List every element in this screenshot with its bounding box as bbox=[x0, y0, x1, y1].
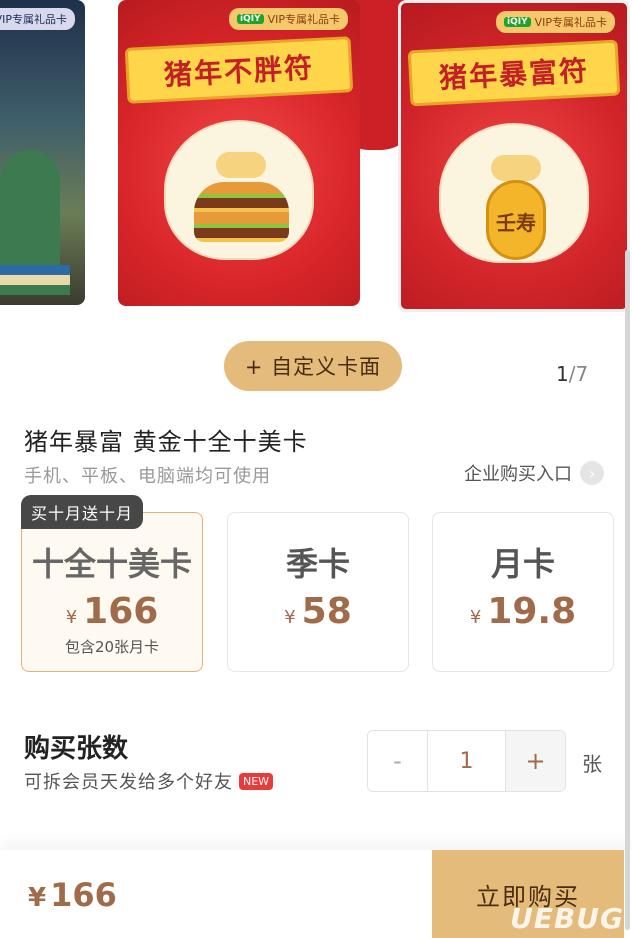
card-face-right-selected[interactable]: iQIY VIP专属礼品卡 猪年暴富符 壬寿 bbox=[398, 0, 630, 312]
plan-option-month[interactable]: 月卡 ¥19.8 bbox=[432, 512, 614, 672]
product-title: 猪年暴富 黄金十全十美卡 bbox=[24, 428, 308, 456]
plan-name: 十全十美卡 bbox=[31, 545, 192, 583]
pig-snout bbox=[491, 155, 541, 181]
card-carousel[interactable]: VIP专属礼品卡 iQIY VIP专属礼品卡 猪年不胖符 iQIY VIP专属礼… bbox=[0, 0, 632, 320]
site-watermark: UEBUG bbox=[510, 902, 624, 935]
quantity-subtitle: 可拆会员天发给多个好友 NEW bbox=[24, 768, 274, 794]
plan-name: 季卡 bbox=[285, 545, 350, 583]
quantity-value[interactable]: 1 bbox=[428, 731, 505, 791]
new-badge: NEW bbox=[239, 772, 274, 790]
plan-price: ¥58 bbox=[284, 591, 352, 632]
card-face-center[interactable]: iQIY VIP专属礼品卡 猪年不胖符 bbox=[118, 0, 360, 306]
burger-icon bbox=[194, 182, 289, 242]
quantity-unit: 张 bbox=[582, 752, 602, 776]
product-subtitle: 手机、平板、电脑端均可使用 bbox=[24, 466, 271, 487]
quantity-title: 购买张数 bbox=[24, 734, 129, 764]
total-price: ¥166 bbox=[28, 876, 117, 914]
pig-illustration: 壬寿 bbox=[439, 123, 589, 263]
plan-price: ¥19.8 bbox=[469, 591, 577, 632]
increment-button[interactable]: + bbox=[505, 731, 565, 791]
card-banner: 猪年不胖符 bbox=[124, 36, 354, 104]
vip-gift-tag: VIP专属礼品卡 bbox=[0, 8, 75, 30]
books-illustration bbox=[0, 265, 70, 295]
card-banner: 猪年暴富符 bbox=[407, 39, 621, 107]
person-illustration bbox=[0, 150, 60, 270]
decrement-button[interactable]: - bbox=[368, 731, 428, 791]
iqiyi-logo-icon: iQIY bbox=[503, 17, 531, 27]
page: VIP专属礼品卡 iQIY VIP专属礼品卡 猪年不胖符 iQIY VIP专属礼… bbox=[0, 0, 632, 938]
enterprise-purchase-link[interactable]: 企业购买入口 › bbox=[464, 460, 604, 486]
scrollbar[interactable] bbox=[625, 250, 630, 930]
vip-gift-tag: iQIY VIP专属礼品卡 bbox=[228, 8, 348, 30]
chevron-right-icon: › bbox=[580, 461, 604, 485]
plan-price: ¥166 bbox=[65, 591, 159, 632]
custom-card-face-button[interactable]: + 自定义卡面 bbox=[224, 341, 402, 391]
promo-ribbon: 买十月送十月 bbox=[21, 495, 144, 529]
plan-option-ten[interactable]: 十全十美卡 ¥166 包含20张月卡 bbox=[21, 512, 203, 672]
quantity-stepper[interactable]: - 1 + bbox=[367, 730, 566, 792]
plan-name: 月卡 bbox=[490, 545, 555, 583]
iqiyi-logo-icon: iQIY bbox=[236, 14, 264, 24]
card-face-left[interactable]: VIP专属礼品卡 bbox=[0, 0, 85, 305]
gold-coin-icon: 壬寿 bbox=[486, 180, 546, 260]
vip-gift-tag: iQIY VIP专属礼品卡 bbox=[495, 11, 615, 33]
plan-note: 包含20张月卡 bbox=[64, 638, 160, 656]
pig-illustration bbox=[164, 120, 314, 260]
carousel-pager: 1/7 bbox=[556, 362, 589, 386]
plan-option-quarter[interactable]: 季卡 ¥58 bbox=[227, 512, 409, 672]
pig-snout bbox=[216, 152, 266, 178]
